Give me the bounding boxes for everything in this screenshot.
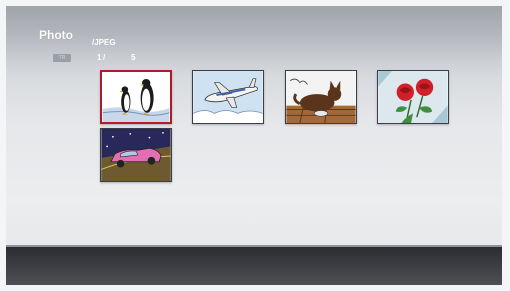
thumbnail-car[interactable] [100, 128, 172, 182]
page-separator: / [103, 53, 106, 62]
thumbnail-roses[interactable] [377, 70, 449, 124]
mode-badge: TR [53, 54, 71, 62]
thumbnail-cat[interactable] [285, 70, 357, 124]
thumbnail-airplane[interactable] [192, 70, 264, 124]
header-background [6, 6, 502, 76]
roses-image [378, 71, 448, 123]
page-title: Photo [39, 28, 73, 42]
cat-image [286, 71, 356, 123]
page-total: 5 [131, 53, 136, 62]
airplane-image [193, 71, 263, 123]
bottom-bar [6, 247, 502, 285]
penguins-image [102, 72, 170, 122]
thumbnail-penguins[interactable] [100, 70, 172, 124]
folder-path: /JPEG [92, 38, 116, 47]
photo-browser-screen: Photo TR /JPEG 1 / 5 [6, 6, 502, 285]
page-current: 1 [97, 53, 102, 62]
car-image [101, 129, 171, 181]
